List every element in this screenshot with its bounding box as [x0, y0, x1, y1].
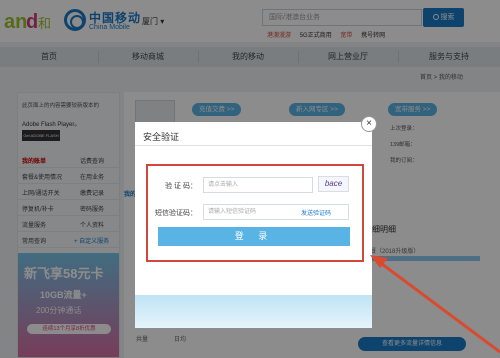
annotation-arrow-icon	[370, 255, 500, 354]
arrow-shaft	[377, 259, 500, 354]
